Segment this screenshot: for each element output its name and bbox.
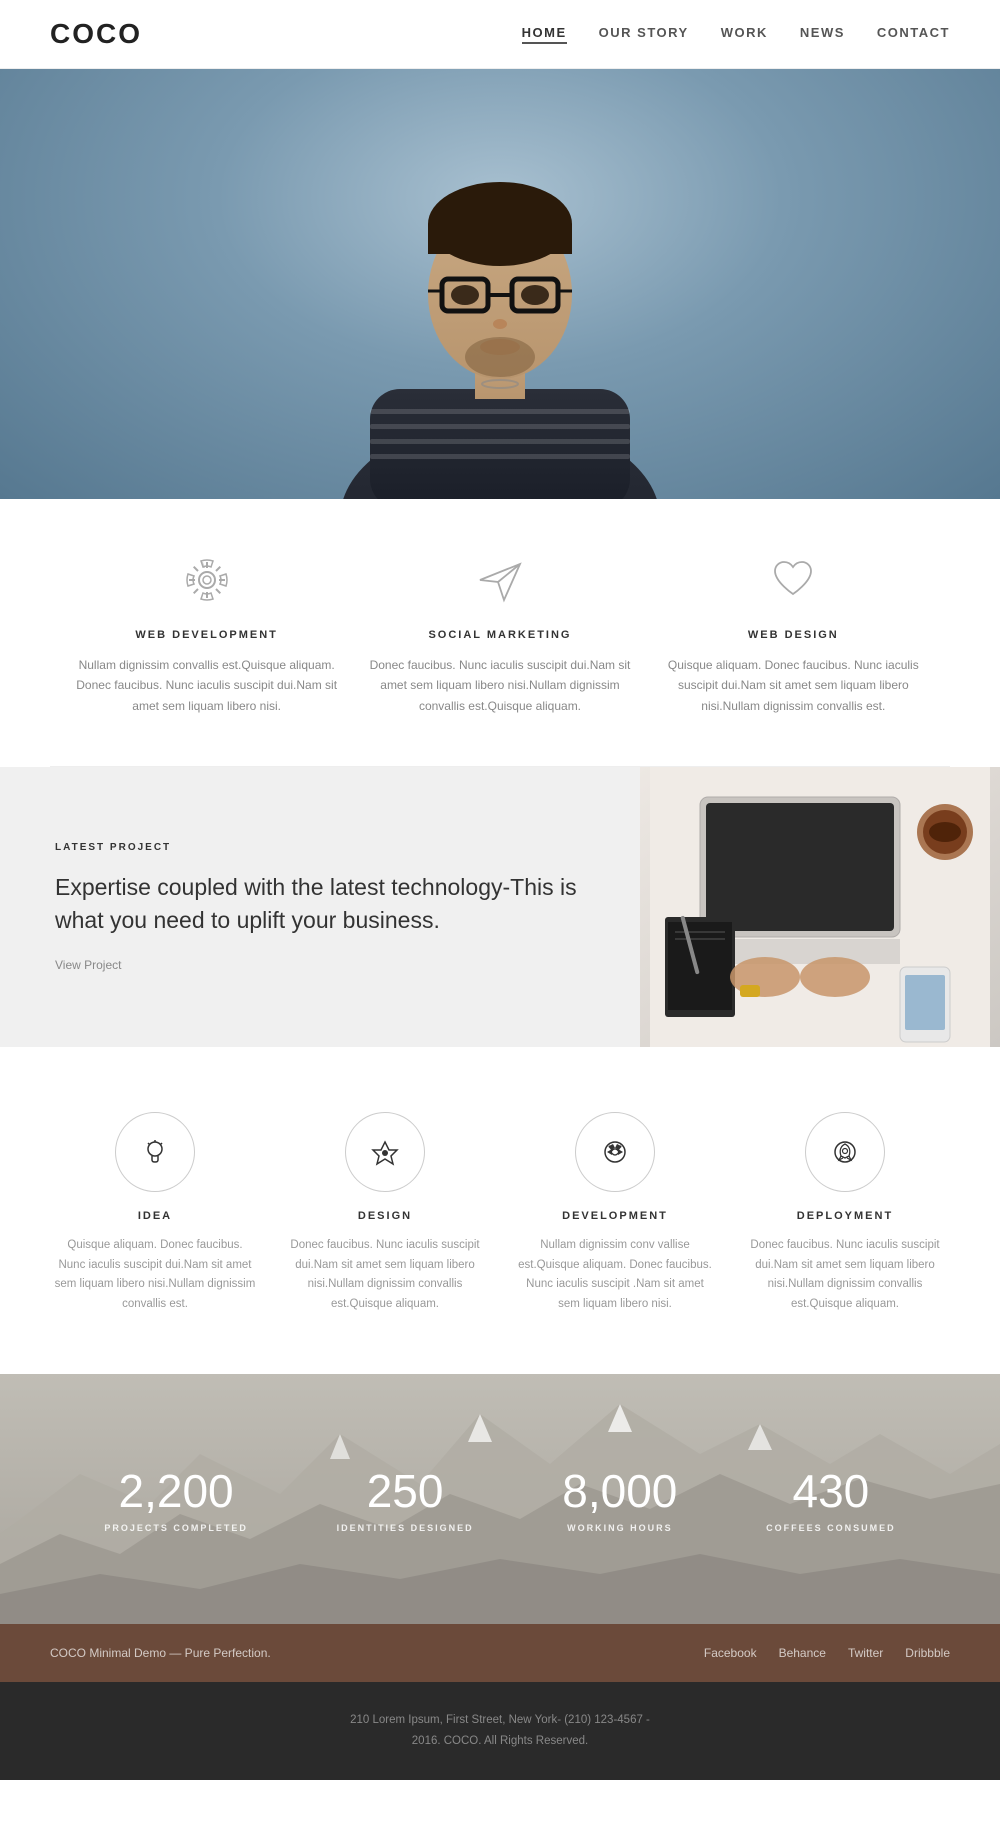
footer-top: COCO Minimal Demo — Pure Perfection. Fac… (0, 1624, 1000, 1682)
process-development-title: DEVELOPMENT (514, 1210, 716, 1222)
service-web-design-title: WEB DESIGN (661, 629, 925, 641)
footer-address-line2: 2016. COCO. All Rights Reserved. (412, 1735, 588, 1747)
latest-project-section: LATEST PROJECT Expertise coupled with th… (0, 767, 1000, 1047)
service-social: SOCIAL MARKETING Donec faucibus. Nunc ia… (368, 554, 632, 716)
services-section: WEB DEVELOPMENT Nullam dignissim convall… (0, 499, 1000, 766)
project-heading: Expertise coupled with the latest techno… (55, 871, 585, 935)
stat-projects-number: 2,200 (104, 1466, 248, 1517)
stat-hours-number: 8,000 (562, 1466, 677, 1517)
stat-coffees: 430 COFFEES CONSUMED (766, 1466, 896, 1533)
development-icon (575, 1112, 655, 1192)
process-idea-title: IDEA (54, 1210, 256, 1222)
design-icon (345, 1112, 425, 1192)
service-web-dev-title: WEB DEVELOPMENT (75, 629, 339, 641)
stat-coffees-number: 430 (766, 1466, 896, 1517)
paper-plane-icon (368, 554, 632, 613)
stat-projects-label: PROJECTS COMPLETED (104, 1523, 248, 1533)
footer-links: Facebook Behance Twitter Dribbble (704, 1646, 950, 1660)
stat-hours-label: WORKING HOURS (562, 1523, 677, 1533)
project-image (640, 767, 1000, 1047)
hero-image (0, 69, 1000, 499)
service-web-design-desc: Quisque aliquam. Donec faucibus. Nunc ia… (661, 655, 925, 716)
nav-contact[interactable]: CONTACT (877, 25, 950, 44)
nav-work[interactable]: WORK (721, 25, 768, 44)
nav-news[interactable]: NEWS (800, 25, 845, 44)
project-label: LATEST PROJECT (55, 842, 585, 853)
process-deployment-title: DEPLOYMENT (744, 1210, 946, 1222)
process-design-title: DESIGN (284, 1210, 486, 1222)
heart-icon (661, 554, 925, 613)
service-social-title: SOCIAL MARKETING (368, 629, 632, 641)
footer-address-line1: 210 Lorem Ipsum, First Street, New York-… (350, 1714, 650, 1726)
process-idea: IDEA Quisque aliquam. Donec faucibus. Nu… (54, 1112, 256, 1314)
process-section: IDEA Quisque aliquam. Donec faucibus. Nu… (0, 1047, 1000, 1374)
process-design: DESIGN Donec faucibus. Nunc iaculis susc… (284, 1112, 486, 1314)
gear-icon (75, 554, 339, 613)
footer-bottom: 210 Lorem Ipsum, First Street, New York-… (0, 1682, 1000, 1779)
nav-our-story[interactable]: OUR STORY (599, 25, 689, 44)
service-web-design: WEB DESIGN Quisque aliquam. Donec faucib… (661, 554, 925, 716)
service-web-dev: WEB DEVELOPMENT Nullam dignissim convall… (75, 554, 339, 716)
footer-link-dribbble[interactable]: Dribbble (905, 1646, 950, 1660)
process-design-desc: Donec faucibus. Nunc iaculis suscipit du… (284, 1236, 486, 1314)
process-development: DEVELOPMENT Nullam dignissim conv vallis… (514, 1112, 716, 1314)
stat-identities: 250 IDENTITIES DESIGNED (337, 1466, 474, 1533)
process-development-desc: Nullam dignissim conv vallise est.Quisqu… (514, 1236, 716, 1314)
footer-link-behance[interactable]: Behance (779, 1646, 826, 1660)
process-deployment-desc: Donec faucibus. Nunc iaculis suscipit du… (744, 1236, 946, 1314)
stat-hours: 8,000 WORKING HOURS (562, 1466, 677, 1533)
view-project-link[interactable]: View Project (55, 958, 585, 972)
stats-section: 2,200 PROJECTS COMPLETED 250 IDENTITIES … (0, 1374, 1000, 1624)
footer-link-facebook[interactable]: Facebook (704, 1646, 757, 1660)
laptop-visual (640, 767, 1000, 1047)
main-nav: HOME OUR STORY WORK NEWS CONTACT (522, 25, 950, 44)
header: COCO HOME OUR STORY WORK NEWS CONTACT (0, 0, 1000, 69)
service-web-dev-desc: Nullam dignissim convallis est.Quisque a… (75, 655, 339, 716)
process-deployment: DEPLOYMENT Donec faucibus. Nunc iaculis … (744, 1112, 946, 1314)
project-text-area: LATEST PROJECT Expertise coupled with th… (0, 767, 640, 1047)
stats-content: 2,200 PROJECTS COMPLETED 250 IDENTITIES … (0, 1416, 1000, 1583)
footer-link-twitter[interactable]: Twitter (848, 1646, 883, 1660)
service-social-desc: Donec faucibus. Nunc iaculis suscipit du… (368, 655, 632, 716)
stat-projects: 2,200 PROJECTS COMPLETED (104, 1466, 248, 1533)
stat-identities-label: IDENTITIES DESIGNED (337, 1523, 474, 1533)
hero-section (0, 69, 1000, 499)
footer-address: 210 Lorem Ipsum, First Street, New York-… (50, 1710, 950, 1751)
stat-coffees-label: COFFEES CONSUMED (766, 1523, 896, 1533)
hero-person (330, 99, 670, 499)
footer-copy: COCO Minimal Demo — Pure Perfection. (50, 1646, 271, 1660)
deployment-icon (805, 1112, 885, 1192)
stat-identities-number: 250 (337, 1466, 474, 1517)
logo[interactable]: COCO (50, 18, 142, 50)
process-idea-desc: Quisque aliquam. Donec faucibus. Nunc ia… (54, 1236, 256, 1314)
nav-home[interactable]: HOME (522, 25, 567, 44)
idea-icon (115, 1112, 195, 1192)
